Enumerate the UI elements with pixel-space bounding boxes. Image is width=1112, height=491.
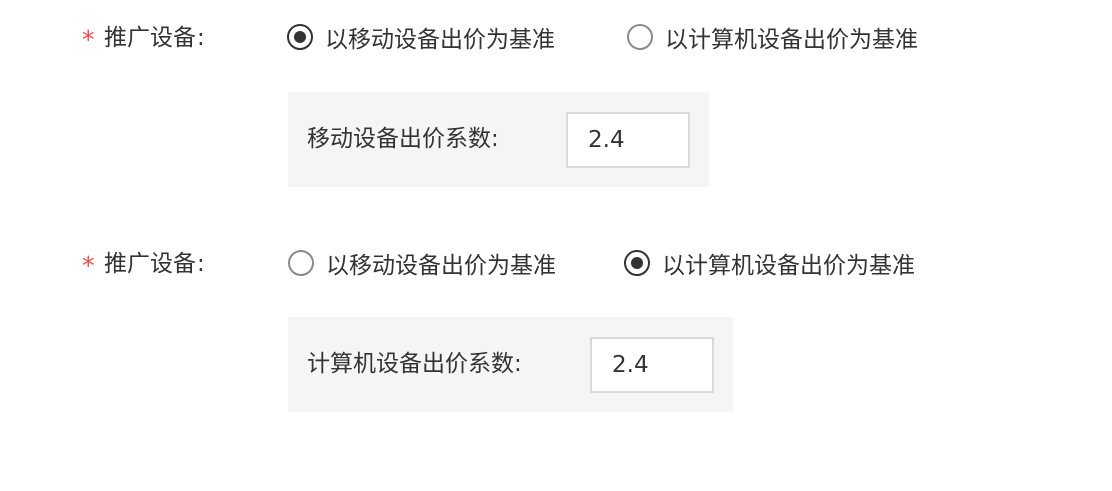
device-label-1: * 推广设备: — [82, 17, 205, 57]
device-label-text: 推广设备 — [104, 25, 196, 51]
radio-option-mobile-base[interactable]: 以移动设备出价为基准 — [288, 243, 556, 283]
mobile-coefficient-input[interactable] — [566, 112, 690, 168]
radio-label-computer-base[interactable]: 以计算机设备出价为基准 — [665, 20, 918, 54]
radio-option-mobile-base[interactable]: 以移动设备出价为基准 — [287, 17, 555, 57]
computer-coefficient-panel: 计算机设备出价系数: — [288, 317, 733, 412]
device-row-1: * 推广设备: 以移动设备出价为基准 以计算机设备出价为基准 — [0, 17, 1112, 57]
mobile-coefficient-panel: 移动设备出价系数: — [288, 92, 709, 187]
radio-label-computer-base[interactable]: 以计算机设备出价为基准 — [662, 246, 915, 280]
radio-label-mobile-base[interactable]: 以移动设备出价为基准 — [326, 246, 556, 280]
radio-option-computer-base[interactable]: 以计算机设备出价为基准 — [627, 17, 918, 57]
mobile-coefficient-label: 移动设备出价系数: — [307, 126, 499, 152]
computer-coefficient-input[interactable] — [590, 337, 714, 393]
device-label-text: 推广设备 — [104, 251, 196, 277]
radio-button-icon[interactable] — [288, 250, 314, 276]
radio-label-mobile-base[interactable]: 以移动设备出价为基准 — [325, 20, 555, 54]
required-mark: * — [82, 251, 95, 280]
device-label-2: * 推广设备: — [82, 243, 205, 283]
radio-button-icon[interactable] — [287, 24, 313, 50]
device-row-2: * 推广设备: 以移动设备出价为基准 以计算机设备出价为基准 — [0, 243, 1112, 283]
computer-coefficient-label: 计算机设备出价系数: — [307, 351, 522, 377]
label-colon: : — [197, 25, 205, 51]
radio-button-icon[interactable] — [627, 24, 653, 50]
label-colon: : — [197, 251, 205, 277]
radio-button-icon[interactable] — [624, 250, 650, 276]
radio-option-computer-base[interactable]: 以计算机设备出价为基准 — [624, 243, 915, 283]
required-mark: * — [82, 25, 95, 54]
